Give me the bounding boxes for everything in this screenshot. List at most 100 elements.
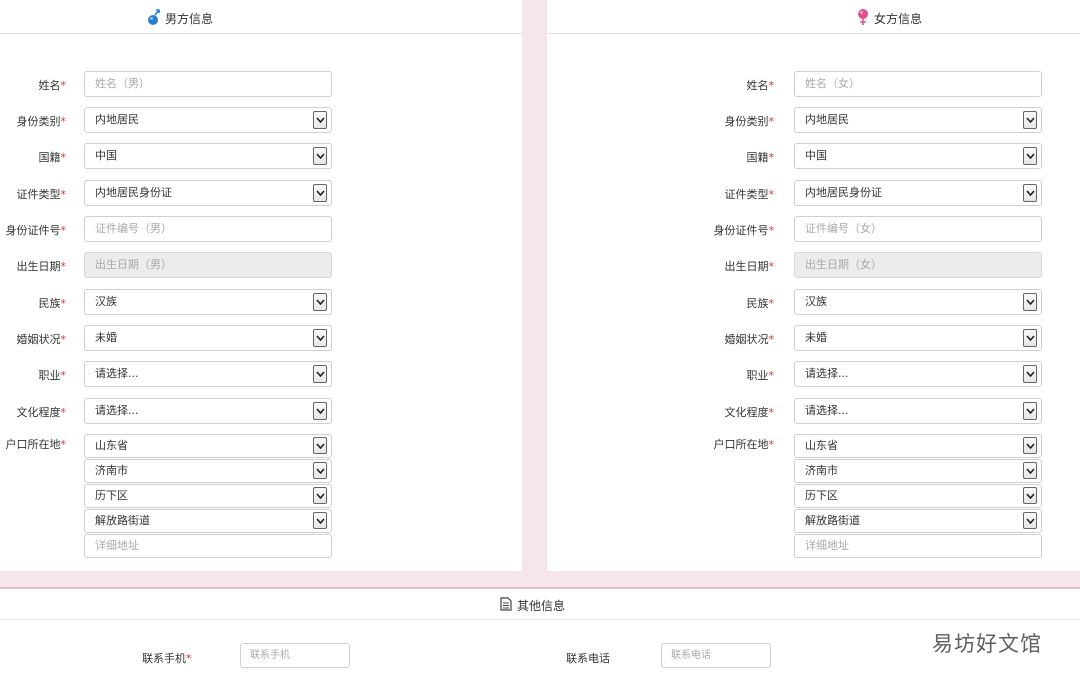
form-row: 婚姻状况* 未婚	[0, 325, 522, 351]
chevron-down-icon[interactable]	[313, 184, 327, 202]
chevron-down-icon[interactable]	[1023, 147, 1037, 165]
female-panel-title: 女方信息	[856, 8, 922, 29]
required-mark: *	[768, 297, 775, 310]
required-mark: *	[768, 406, 775, 419]
chevron-down-icon[interactable]	[313, 147, 327, 165]
chevron-down-icon[interactable]	[313, 437, 327, 454]
chevron-down-icon[interactable]	[1023, 487, 1037, 504]
chevron-down-icon[interactable]	[313, 329, 327, 347]
mobile-label-text: 联系手机	[142, 652, 186, 665]
select-field[interactable]: 内地居民身份证	[84, 180, 332, 206]
form-row: 出生日期* 出生日期（男）	[0, 252, 522, 278]
field-label-text: 身份类别	[724, 115, 769, 128]
address-province-row: 山东省	[0, 434, 522, 460]
field-label-text: 姓名	[746, 79, 769, 92]
select-field[interactable]: 汉族	[84, 289, 332, 315]
select-field[interactable]: 中国	[84, 143, 332, 169]
address-street-select[interactable]: 解放路街道	[794, 509, 1042, 533]
required-mark: *	[60, 188, 67, 201]
chevron-down-icon[interactable]	[313, 512, 327, 529]
mobile-input[interactable]: 联系手机	[240, 643, 350, 668]
select-value: 请选择...	[95, 367, 139, 380]
select-field[interactable]: 内地居民	[84, 107, 332, 133]
select-value: 山东省	[805, 439, 838, 452]
address-city-select[interactable]: 济南市	[84, 459, 332, 483]
select-field[interactable]: 未婚	[794, 325, 1042, 351]
field-label-text: 婚姻状况	[16, 333, 61, 346]
address-street-select[interactable]: 解放路街道	[84, 509, 332, 533]
chevron-down-icon[interactable]	[1023, 293, 1037, 311]
form-row: 证件类型* 内地居民身份证	[0, 180, 522, 206]
field-label: 出生日期*	[17, 258, 67, 274]
select-value: 内地居民	[95, 113, 139, 126]
chevron-down-icon[interactable]	[1023, 184, 1037, 202]
chevron-down-icon[interactable]	[1023, 402, 1037, 420]
address-district-select[interactable]: 历下区	[84, 484, 332, 508]
select-field[interactable]: 请选择...	[84, 361, 332, 387]
document-icon	[500, 597, 512, 614]
select-value: 内地居民身份证	[805, 186, 882, 199]
field-label: 证件类型*	[725, 186, 775, 202]
field-label-text: 证件类型	[724, 188, 769, 201]
text-input[interactable]: 证件编号（女）	[794, 216, 1042, 242]
field-label-text: 出生日期	[16, 260, 61, 273]
chevron-down-icon[interactable]	[313, 365, 327, 383]
select-value: 中国	[95, 149, 117, 162]
field-label: 姓名*	[39, 77, 67, 93]
form-row: 身份类别* 内地居民	[547, 107, 1080, 133]
form-row: 文化程度* 请选择...	[0, 398, 522, 424]
select-field[interactable]: 请选择...	[794, 361, 1042, 387]
other-info-title: 其他信息	[500, 597, 565, 614]
required-mark: *	[768, 188, 775, 201]
address-province-row: 山东省	[547, 434, 1080, 460]
address-district-select[interactable]: 历下区	[794, 484, 1042, 508]
address-detail-row: 详细地址	[0, 534, 522, 560]
address-detail-input[interactable]: 详细地址	[84, 534, 332, 558]
required-mark: *	[186, 652, 192, 665]
field-label-text: 身份证件号	[5, 224, 61, 237]
select-field[interactable]: 汉族	[794, 289, 1042, 315]
required-mark: *	[60, 260, 67, 273]
chevron-down-icon[interactable]	[1023, 111, 1037, 129]
chevron-down-icon[interactable]	[313, 402, 327, 420]
required-mark: *	[60, 297, 67, 310]
select-value: 解放路街道	[805, 514, 860, 527]
field-label: 证件类型*	[17, 186, 67, 202]
select-field[interactable]: 内地居民	[794, 107, 1042, 133]
chevron-down-icon[interactable]	[1023, 437, 1037, 454]
chevron-down-icon[interactable]	[1023, 329, 1037, 347]
chevron-down-icon[interactable]	[1023, 512, 1037, 529]
text-input[interactable]: 姓名（女）	[794, 71, 1042, 97]
address-city-select[interactable]: 济南市	[794, 459, 1042, 483]
select-value: 未婚	[95, 331, 117, 344]
required-mark: *	[768, 79, 775, 92]
form-row: 婚姻状况* 未婚	[547, 325, 1080, 351]
required-mark: *	[60, 151, 67, 164]
required-mark: *	[60, 224, 67, 237]
birth-date-field: 出生日期（女）	[794, 252, 1042, 278]
chevron-down-icon[interactable]	[313, 293, 327, 311]
address-detail-input[interactable]: 详细地址	[794, 534, 1042, 558]
chevron-down-icon[interactable]	[313, 487, 327, 504]
form-row: 身份类别* 内地居民	[0, 107, 522, 133]
select-field[interactable]: 请选择...	[794, 398, 1042, 424]
male-panel-title: 男方信息	[147, 8, 213, 29]
address-city-row: 济南市	[547, 459, 1080, 485]
chevron-down-icon[interactable]	[1023, 365, 1037, 383]
address-province-select[interactable]: 山东省	[84, 434, 332, 458]
chevron-down-icon[interactable]	[313, 111, 327, 129]
form-row: 国籍* 中国	[0, 143, 522, 169]
field-label-text: 国籍	[746, 151, 769, 164]
select-field[interactable]: 未婚	[84, 325, 332, 351]
select-field[interactable]: 请选择...	[84, 398, 332, 424]
field-label: 民族*	[747, 295, 775, 311]
mobile-label: 联系手机*	[142, 650, 192, 666]
select-field[interactable]: 内地居民身份证	[794, 180, 1042, 206]
chevron-down-icon[interactable]	[1023, 462, 1037, 479]
address-province-select[interactable]: 山东省	[794, 434, 1042, 458]
text-input[interactable]: 证件编号（男）	[84, 216, 332, 242]
text-input[interactable]: 姓名（男）	[84, 71, 332, 97]
chevron-down-icon[interactable]	[313, 462, 327, 479]
select-field[interactable]: 中国	[794, 143, 1042, 169]
phone-input[interactable]: 联系电话	[661, 643, 771, 668]
